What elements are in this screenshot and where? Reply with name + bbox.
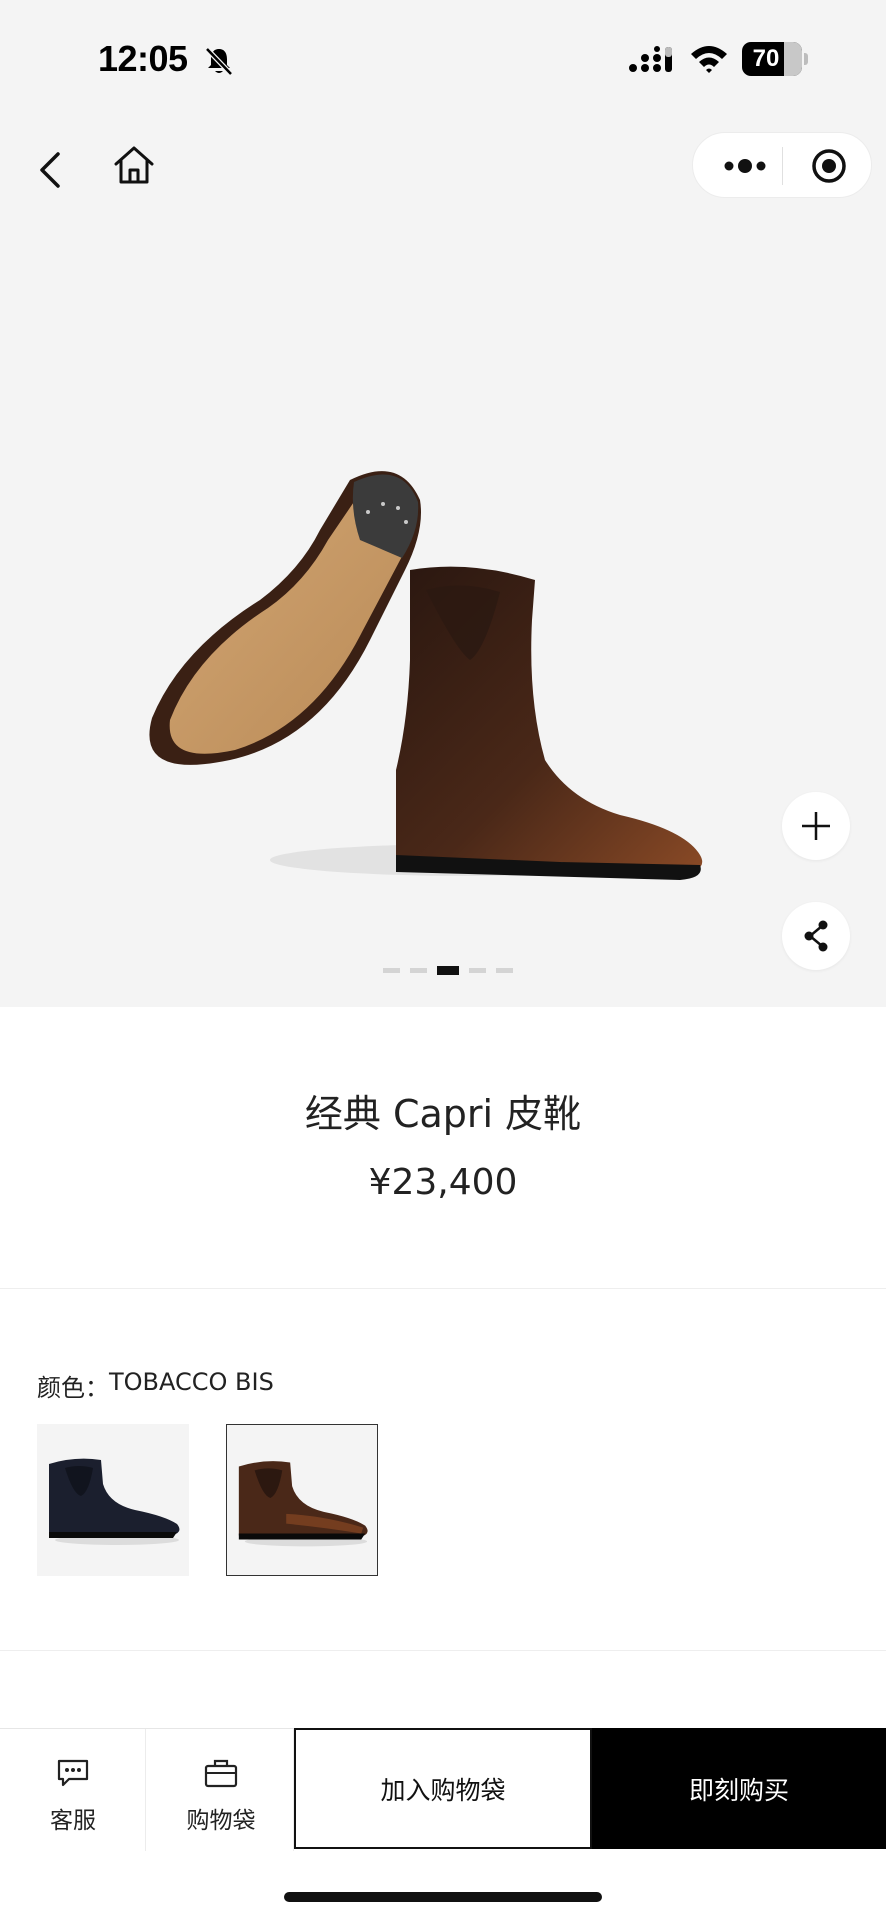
battery-level: 70 — [752, 45, 780, 72]
more-dots-icon[interactable] — [715, 143, 775, 189]
cellular-signal-icon — [629, 46, 672, 72]
pagination-dot[interactable] — [496, 967, 513, 973]
bell-muted-icon — [205, 47, 233, 76]
product-gallery[interactable] — [0, 110, 886, 1007]
color-swatch-tobacco[interactable] — [226, 1424, 378, 1576]
color-label: 颜色： — [37, 1374, 109, 1402]
product-image — [149, 471, 703, 880]
customer-service-button[interactable]: 客服 — [0, 1729, 146, 1851]
divider — [0, 1650, 886, 1651]
share-icon — [804, 920, 828, 952]
divider — [0, 1288, 886, 1289]
pagination-dot[interactable] — [437, 965, 459, 975]
shopping-bag-icon — [204, 1759, 238, 1788]
plus-icon — [802, 812, 830, 840]
product-price: ¥23,400 — [368, 1162, 518, 1203]
shopping-bag-button[interactable]: 购物袋 — [148, 1729, 294, 1851]
boot-thumbnail-tobacco — [238, 1461, 368, 1547]
status-time: 12:05 — [98, 38, 188, 79]
color-selector-label: 颜色： TOBACCO BIS — [37, 1368, 274, 1403]
gallery-pagination — [383, 965, 513, 975]
home-indicator[interactable] — [284, 1892, 602, 1902]
customer-service-label: 客服 — [50, 1808, 96, 1834]
share-button[interactable] — [782, 902, 850, 970]
color-swatch-navy[interactable] — [37, 1424, 189, 1576]
boot-thumbnail-navy — [49, 1458, 180, 1545]
status-bar: 12:05 70 — [0, 0, 886, 110]
chevron-left-icon[interactable] — [28, 140, 72, 200]
chat-bubble-icon — [57, 1759, 89, 1787]
product-title: 经典 Capri 皮靴 — [304, 1092, 582, 1136]
shopping-bag-label: 购物袋 — [186, 1808, 256, 1834]
capsule-divider — [782, 147, 783, 185]
add-to-bag-button[interactable]: 加入购物袋 — [294, 1728, 592, 1849]
bottom-action-bar: 客服 购物袋 加入购物袋 即刻购买 — [0, 1728, 886, 1851]
battery-indicator: 70 — [742, 42, 808, 76]
pagination-dot[interactable] — [383, 967, 400, 973]
color-value: TOBACCO BIS — [109, 1368, 274, 1396]
buy-now-button[interactable]: 即刻购买 — [592, 1728, 886, 1849]
pagination-dot[interactable] — [469, 967, 486, 973]
pagination-dot[interactable] — [410, 967, 427, 973]
wifi-icon — [691, 46, 727, 73]
target-circle-icon[interactable] — [803, 143, 855, 189]
home-icon[interactable] — [108, 136, 160, 196]
zoom-button[interactable] — [782, 792, 850, 860]
miniapp-capsule — [692, 132, 872, 198]
